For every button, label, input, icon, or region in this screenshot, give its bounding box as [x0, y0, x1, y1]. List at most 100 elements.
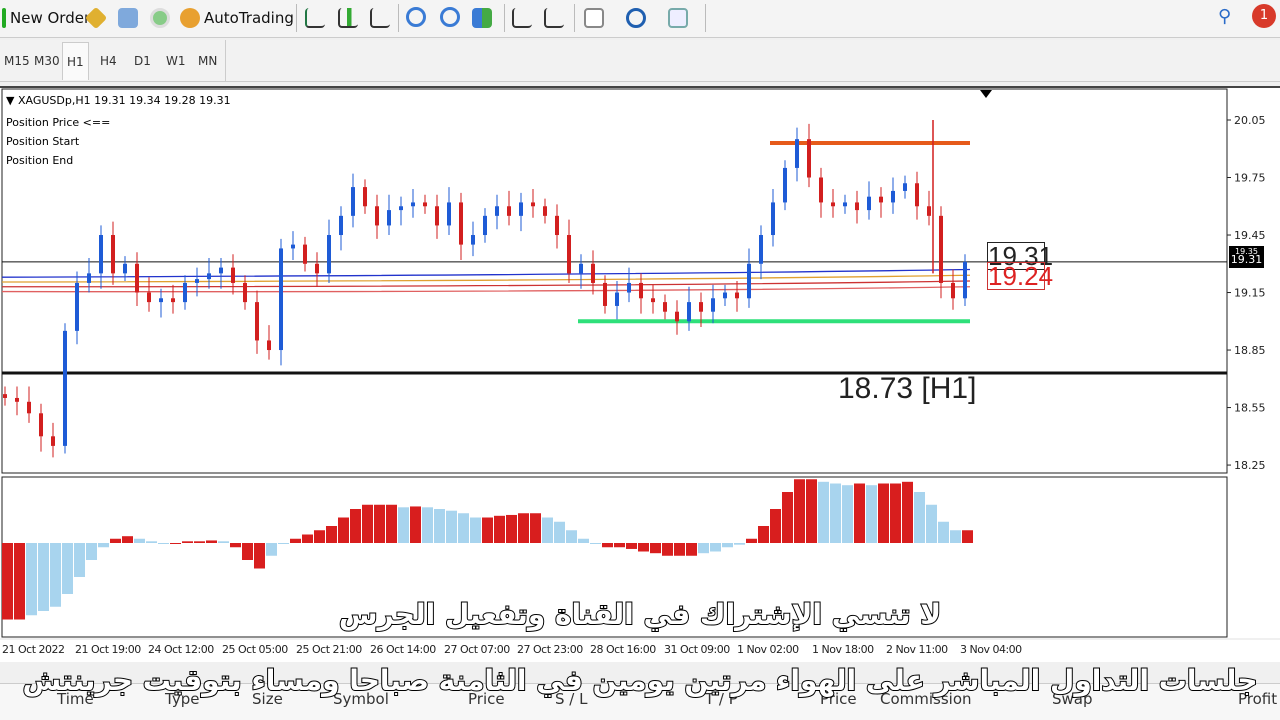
oscillator-bar: [602, 543, 613, 548]
oscillator-bar: [662, 543, 673, 556]
oscillator-bar: [254, 543, 265, 569]
new-order-button[interactable]: New Order: [2, 4, 90, 32]
time-tick: 27 Oct 23:00: [517, 643, 583, 656]
candlestick-icon[interactable]: [338, 8, 358, 28]
oscillator-bar: [314, 530, 325, 543]
oscillator-bar: [518, 513, 529, 543]
timeframe-mn[interactable]: MN: [194, 42, 221, 80]
templates-icon[interactable]: [668, 8, 688, 28]
timeframe-m30[interactable]: M30: [30, 42, 64, 80]
timeframe-h1[interactable]: H1: [62, 42, 89, 80]
navigator-icon[interactable]: [118, 8, 138, 28]
chart-window[interactable]: 20.05 19.75 19.45 19.15 18.85 18.55 18.25 ▼ XA…: [0, 86, 1280, 638]
chart-header: ▼ XAGUSDp,H1 19.31 19.34 19.28 19.31: [6, 94, 231, 107]
oscillator-bar: [902, 481, 913, 543]
oscillator-bar: [182, 541, 193, 543]
line-chart-icon[interactable]: [370, 8, 390, 28]
candle-body: [303, 244, 307, 264]
candle-body: [903, 183, 907, 191]
oscillator-bar: [98, 543, 109, 548]
oscillator-bar: [230, 543, 241, 548]
oscillator-bar: [170, 543, 181, 544]
oscillator-bar: [362, 504, 373, 543]
timeframe-d1[interactable]: D1: [130, 42, 155, 80]
chart-shift-marker-icon: [980, 90, 992, 98]
oscillator-bar: [278, 543, 289, 544]
zoom-in-icon[interactable]: [406, 7, 426, 27]
search-icon[interactable]: ⚲: [1218, 6, 1231, 27]
oscillator-bar: [950, 530, 961, 543]
candle-body: [363, 187, 367, 207]
candle-body: [87, 273, 91, 283]
bar-chart-icon[interactable]: [305, 8, 325, 28]
oscillator-bar: [266, 543, 277, 556]
time-tick: 28 Oct 16:00: [590, 643, 656, 656]
tile-windows-icon[interactable]: [472, 8, 492, 28]
candle-body: [843, 202, 847, 207]
oscillator-bar: [506, 514, 517, 543]
candle-body: [879, 196, 883, 203]
timeframe-h4[interactable]: H4: [96, 42, 121, 80]
oscillator-bar: [626, 543, 637, 549]
candle-body: [327, 235, 331, 274]
timeframe-m15[interactable]: M15: [0, 42, 34, 80]
oscillator-bar: [866, 485, 877, 543]
oscillator-bar: [242, 543, 253, 560]
price-chart[interactable]: 20.05 19.75 19.45 19.15 18.85 18.55 18.25: [0, 88, 1280, 640]
oscillator-bar: [410, 506, 421, 543]
candle-body: [171, 298, 175, 303]
time-tick: 21 Oct 19:00: [75, 643, 141, 656]
autotrading-button[interactable]: AutoTrading: [180, 4, 294, 32]
signal-icon[interactable]: [150, 8, 170, 28]
time-tick: 3 Nov 04:00: [960, 643, 1022, 656]
candle-body: [807, 139, 811, 178]
time-tick: 27 Oct 07:00: [444, 643, 510, 656]
oscillator-bar: [542, 517, 553, 543]
candle-body: [531, 202, 535, 207]
candle-body: [711, 298, 715, 312]
candle-body: [483, 215, 487, 236]
oscillator-bar: [674, 543, 685, 556]
candle-body: [375, 206, 379, 226]
oscillator-bar: [398, 507, 409, 543]
candle-body: [591, 263, 595, 283]
object-label: Position End: [6, 154, 74, 167]
notification-icon[interactable]: 1: [1252, 4, 1276, 28]
oscillator-bar: [494, 515, 505, 543]
candle-body: [663, 302, 667, 312]
collapse-arrow-icon[interactable]: ▼: [6, 94, 18, 107]
level-label: 18.73 [H1]: [838, 372, 977, 405]
candle-body: [351, 187, 355, 216]
oscillator-bar: [566, 530, 577, 543]
zoom-out-icon[interactable]: [440, 7, 460, 27]
oscillator-bar: [806, 479, 817, 543]
oscillator-bar: [926, 504, 937, 543]
subtitle-line-2: جلسات التداول المباشر على الهواء مرتين ي…: [21, 663, 1258, 698]
oscillator-bar: [146, 541, 157, 543]
candle-body: [207, 273, 211, 280]
candle-body: [699, 302, 703, 312]
candle-body: [567, 235, 571, 274]
chart-shift-icon[interactable]: [512, 8, 532, 28]
candle-body: [723, 292, 727, 299]
oscillator-bar: [194, 541, 205, 543]
oscillator-bar: [422, 507, 433, 543]
object-label: Position Start: [6, 135, 80, 148]
main-toolbar: New Order AutoTrading ⚲ 1: [0, 0, 1280, 38]
candle-body: [15, 397, 19, 402]
candle-body: [771, 202, 775, 236]
candle-body: [339, 215, 343, 236]
oscillator-bar: [794, 479, 805, 543]
oscillator-bar: [722, 543, 733, 548]
timeframe-w1[interactable]: W1: [162, 42, 190, 80]
candle-body: [795, 139, 799, 168]
candle-body: [495, 206, 499, 216]
oscillator-bar: [482, 517, 493, 543]
candle-body: [135, 263, 139, 293]
price-tick-label: 19.75: [1234, 172, 1266, 185]
time-tick: 25 Oct 21:00: [296, 643, 362, 656]
oscillator-bar: [614, 543, 625, 548]
periods-icon[interactable]: [626, 8, 646, 28]
indicators-icon[interactable]: [584, 8, 604, 28]
autoscroll-icon[interactable]: [544, 8, 564, 28]
